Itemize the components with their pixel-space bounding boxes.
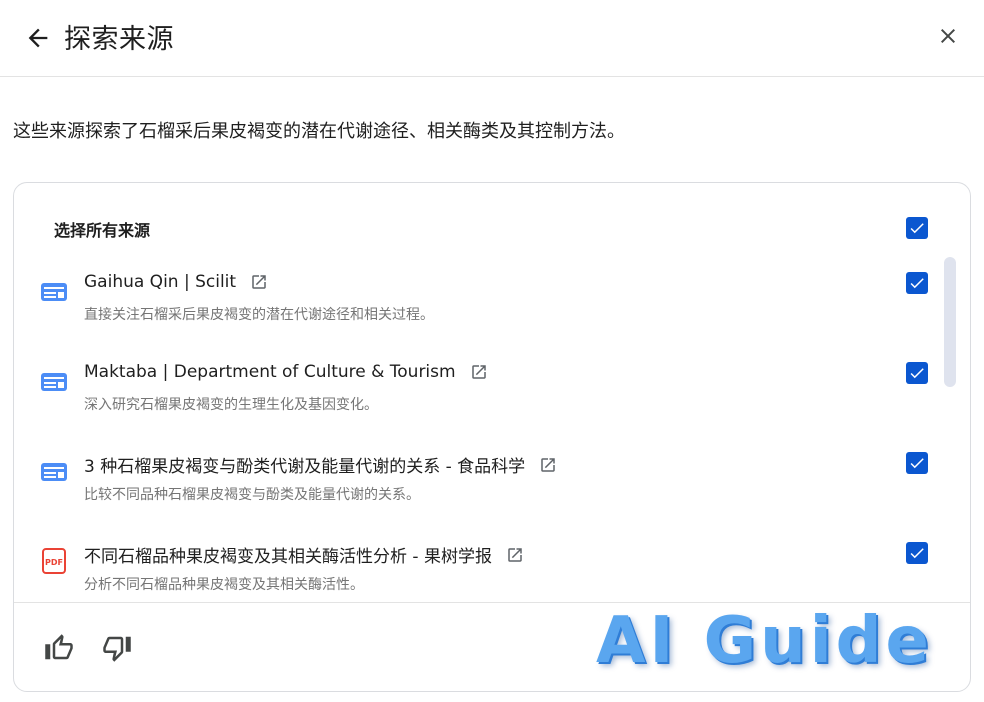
back-arrow-icon[interactable] [24,24,52,52]
web-page-icon [40,280,68,304]
web-page-icon [40,370,68,394]
scrollbar[interactable] [944,257,956,387]
source-title[interactable]: 3 种石榴果皮褐变与酚类代谢及能量代谢的关系 - 食品科学 [84,452,557,477]
thumbs-down-icon[interactable] [102,633,134,665]
select-all-checkbox[interactable] [906,217,928,239]
select-all-label: 选择所有来源 [54,221,151,240]
source-checkbox[interactable] [906,272,928,294]
source-checkbox[interactable] [906,452,928,474]
source-title[interactable]: 不同石榴品种果皮褐变及其相关酶活性分析 - 果树学报 [84,542,524,567]
source-item[interactable]: Gaihua Qin | Scilit 直接关注石榴采后果皮褐变的潜在代谢途径和… [14,272,944,352]
source-title[interactable]: Gaihua Qin | Scilit [84,272,268,292]
source-title-text: Maktaba | Department of Culture & Touris… [84,362,456,382]
source-subtitle: 比较不同品种石榴果皮褐变与酚类及能量代谢的关系。 [84,487,420,503]
open-external-icon[interactable] [250,273,268,291]
source-subtitle: 分析不同石榴品种果皮褐变及其相关酶活性。 [84,577,364,593]
source-item[interactable]: 3 种石榴果皮褐变与酚类代谢及能量代谢的关系 - 食品科学 比较不同品种石榴果皮… [14,452,944,532]
source-title[interactable]: Maktaba | Department of Culture & Touris… [84,362,488,382]
source-subtitle: 直接关注石榴采后果皮褐变的潜在代谢途径和相关过程。 [84,307,434,323]
page-title: 探索来源 [64,24,174,55]
source-title-text: 3 种石榴果皮褐变与酚类代谢及能量代谢的关系 - 食品科学 [84,457,526,477]
source-checkbox[interactable] [906,542,928,564]
source-item[interactable]: Maktaba | Department of Culture & Touris… [14,362,944,442]
pdf-icon: PDF [40,548,68,574]
source-title-text: Gaihua Qin | Scilit [84,272,237,292]
open-external-icon[interactable] [539,456,557,474]
sources-description: 这些来源探索了石榴采后果皮褐变的潜在代谢途径、相关酶类及其控制方法。 [13,121,625,142]
open-external-icon[interactable] [506,546,524,564]
source-title-text: 不同石榴品种果皮褐变及其相关酶活性分析 - 果树学报 [84,547,492,567]
header: 探索来源 [0,0,984,77]
svg-text:PDF: PDF [45,558,63,567]
watermark-logo: AI Guide [596,604,933,678]
thumbs-up-icon[interactable] [44,633,76,665]
web-page-icon [40,460,68,484]
open-external-icon[interactable] [470,363,488,381]
source-subtitle: 深入研究石榴果皮褐变的生理生化及基因变化。 [84,397,378,413]
source-checkbox[interactable] [906,362,928,384]
close-icon[interactable] [936,24,960,48]
